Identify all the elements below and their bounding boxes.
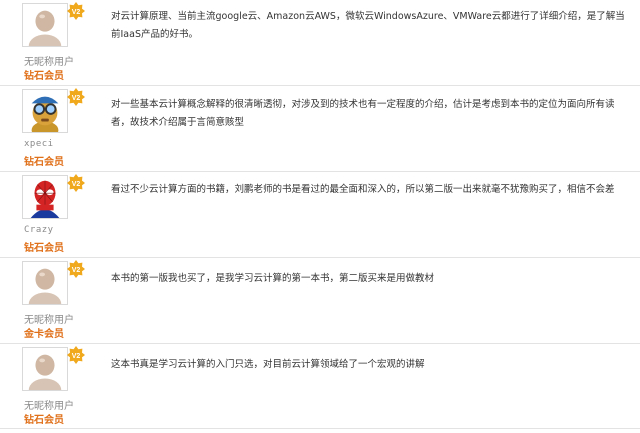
default-user-avatar-icon [22, 3, 68, 47]
member-tier: 金卡会员 [24, 329, 64, 340]
review-item: V2 Crazy 钻石会员 看过不少云计算方面的书籍，刘鹏老师的书是看过的最全面… [0, 172, 640, 258]
svg-text:V2: V2 [72, 95, 81, 102]
review-text: 本书的第一版我也买了，是我学习云计算的第一本书，第二版买来是用做教材 [111, 273, 435, 284]
goggles-character-avatar-icon [22, 89, 68, 133]
default-user-avatar-icon [22, 347, 68, 391]
svg-text:V2: V2 [72, 267, 81, 274]
member-tier: 钻石会员 [24, 243, 64, 254]
member-tier: 钻石会员 [24, 157, 64, 168]
vip-badge-icon: V2 [66, 87, 86, 107]
svg-text:V2: V2 [72, 353, 81, 360]
avatar[interactable]: V2 [22, 88, 85, 137]
vip-badge-icon: V2 [66, 345, 86, 365]
member-tier: 钻石会员 [24, 415, 64, 426]
spiderman-avatar-icon [22, 175, 68, 219]
review-item: V2 无昵称用户 钻石会员 对云计算原理、当前主流google云、Amazon云… [0, 0, 640, 86]
username[interactable]: 无昵称用户 [24, 311, 74, 326]
vip-badge-icon: V2 [66, 173, 86, 193]
username[interactable]: 无昵称用户 [24, 397, 74, 412]
avatar[interactable]: V2 [22, 346, 85, 395]
svg-text:V2: V2 [72, 181, 81, 188]
username[interactable]: xpeci [24, 139, 54, 149]
avatar[interactable]: V2 [22, 174, 85, 223]
review-list: V2 无昵称用户 钻石会员 对云计算原理、当前主流google云、Amazon云… [0, 0, 640, 433]
vip-badge-icon: V2 [66, 1, 86, 21]
review-item: V2 无昵称用户 金卡会员 本书的第一版我也买了，是我学习云计算的第一本书，第二… [0, 258, 640, 344]
avatar[interactable]: V2 [22, 2, 85, 51]
member-tier: 钻石会员 [24, 71, 64, 82]
default-user-avatar-icon [22, 261, 68, 305]
vip-badge-icon: V2 [66, 259, 86, 279]
review-item: V2 xpeci 钻石会员 对一些基本云计算概念解释的很清晰透彻，对涉及到的技术… [0, 86, 640, 172]
svg-text:V2: V2 [72, 9, 81, 16]
review-text: 对云计算原理、当前主流google云、Amazon云AWS，微软云Windows… [111, 11, 625, 40]
avatar[interactable]: V2 [22, 260, 85, 309]
review-item: V2 无昵称用户 钻石会员 这本书真是学习云计算的入门只选，对目前云计算领域给了… [0, 344, 640, 429]
review-text: 对一些基本云计算概念解释的很清晰透彻，对涉及到的技术也有一定程度的介绍，估计是考… [111, 99, 615, 128]
username[interactable]: Crazy [24, 225, 54, 235]
username[interactable]: 无昵称用户 [24, 53, 74, 68]
review-text: 这本书真是学习云计算的入门只选，对目前云计算领域给了一个宏观的讲解 [111, 359, 425, 370]
review-text: 看过不少云计算方面的书籍，刘鹏老师的书是看过的最全面和深入的，所以第二版一出来就… [111, 184, 615, 195]
